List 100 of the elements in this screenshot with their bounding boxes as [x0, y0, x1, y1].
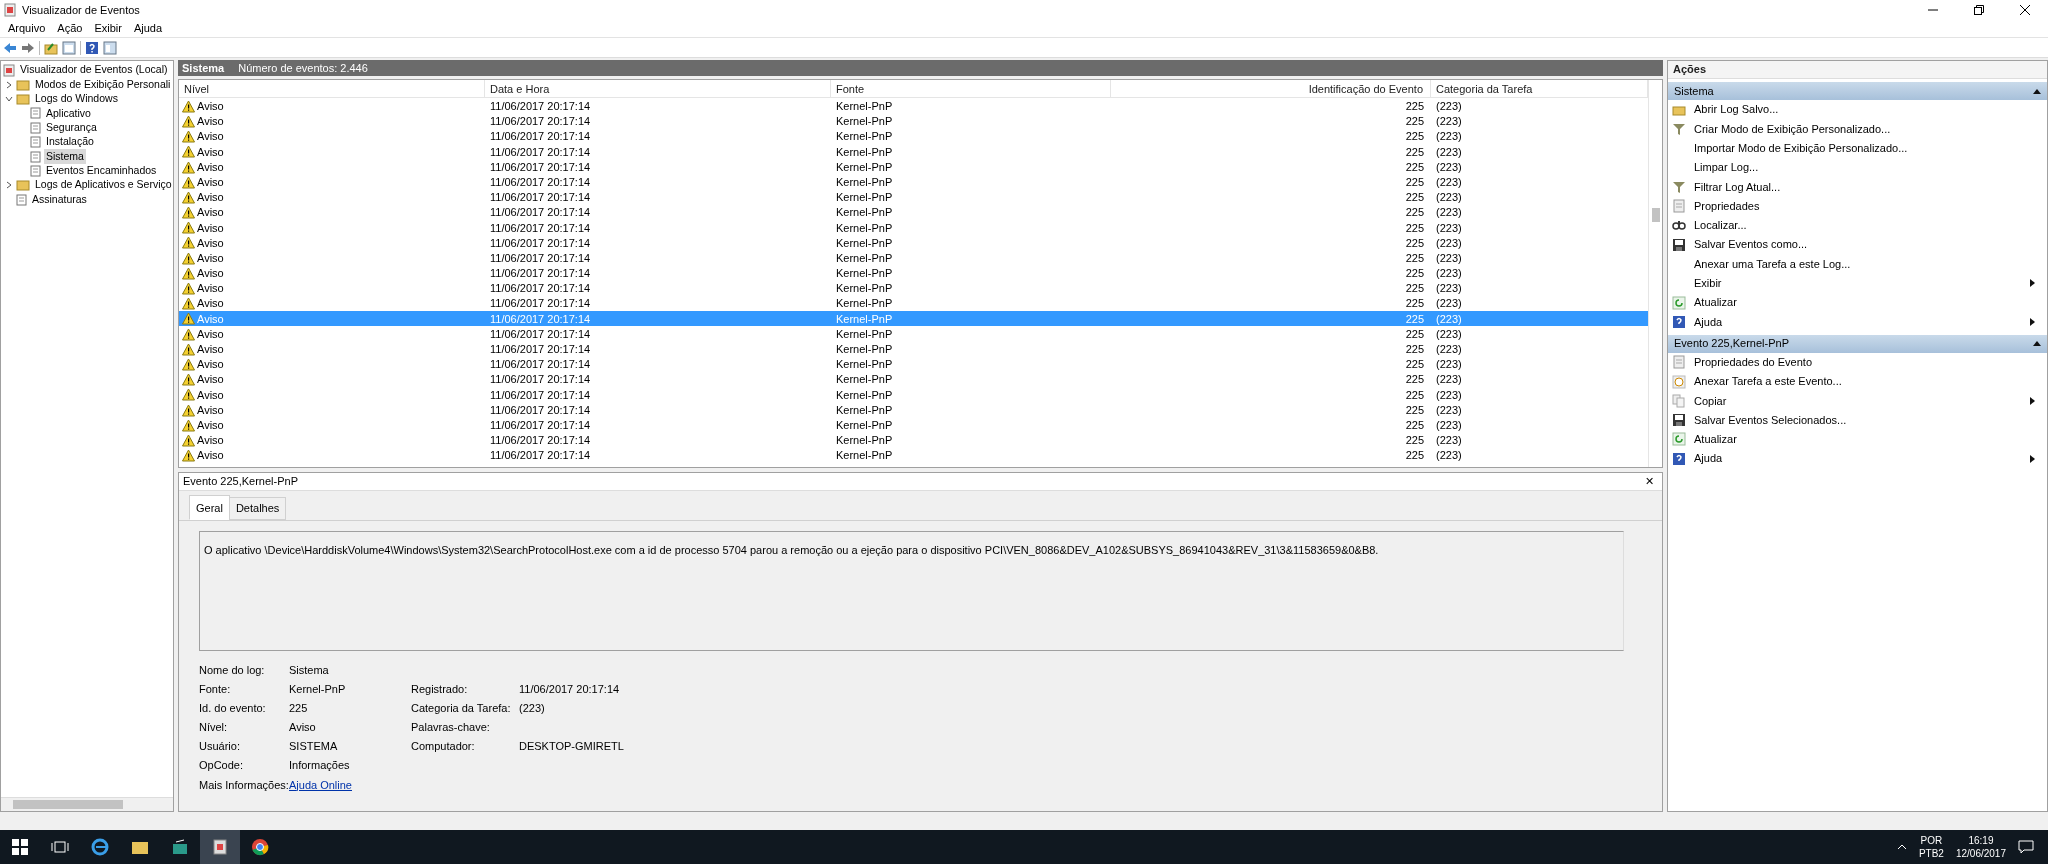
table-row[interactable]: Aviso 11/06/2017 20:17:14 Kernel-PnP 225 (223) [179, 325, 1648, 341]
menu-item[interactable]: Exibir [88, 20, 128, 37]
table-row[interactable]: Aviso 11/06/2017 20:17:14 Kernel-PnP 225 (223) [179, 249, 1648, 266]
folder-icon [16, 78, 30, 91]
tree-item[interactable]: Logs do Windows [33, 91, 120, 107]
warning-icon [182, 282, 195, 295]
table-row[interactable]: Aviso 11/06/2017 20:17:14 Kernel-PnP 225 (223) [179, 204, 1648, 220]
table-row[interactable]: Aviso 11/06/2017 20:17:14 Kernel-PnP 225 (223) [179, 143, 1648, 159]
action-item[interactable]: Salvar Eventos como... [1668, 235, 2047, 255]
column-header[interactable]: Fonte [831, 80, 1111, 98]
forward-arrow-icon[interactable] [21, 41, 35, 54]
action-item[interactable]: Atualizar [1668, 429, 2047, 450]
table-cell-text: Aviso [197, 235, 224, 251]
tree-item[interactable]: Assinaturas [30, 191, 89, 208]
table-cell-text: 225 [1404, 296, 1425, 312]
action-item[interactable]: Localizar... [1668, 215, 2047, 236]
keyboard-layout[interactable]: PTB2 [1918, 847, 1944, 860]
table-row[interactable]: Aviso 11/06/2017 20:17:14 Kernel-PnP 225 (223) [179, 234, 1648, 250]
table-row[interactable]: Aviso 11/06/2017 20:17:14 Kernel-PnP 225 (223) [179, 341, 1648, 357]
table-row[interactable]: Aviso 11/06/2017 20:17:14 Kernel-PnP 225 (223) [179, 113, 1648, 129]
table-row[interactable]: Aviso 11/06/2017 20:17:14 Kernel-PnP 225 (223) [179, 356, 1648, 372]
chevron-right-icon[interactable] [5, 80, 13, 89]
table-row[interactable]: Aviso 11/06/2017 20:17:14 Kernel-PnP 225 (223) [179, 173, 1648, 190]
tree-item[interactable]: Eventos Encaminhados [44, 163, 159, 179]
action-item[interactable]: Salvar Eventos Selecionados... [1668, 410, 2047, 430]
column-header[interactable]: Categoria da Tarefa [1431, 80, 1648, 98]
binoculars-icon [1672, 218, 1686, 233]
table-row[interactable]: Aviso 11/06/2017 20:17:14 Kernel-PnP 225 (223) [179, 265, 1648, 281]
action-item[interactable]: Anexar uma Tarefa a este Log... [1668, 254, 2047, 274]
table-row[interactable]: Aviso 11/06/2017 20:17:14 Kernel-PnP 225 (223) [179, 401, 1648, 417]
action-item[interactable]: Abrir Log Salvo... [1668, 100, 2047, 120]
field-label: Nome do log: [199, 662, 266, 678]
action-item[interactable]: Anexar Tarefa a este Evento... [1668, 371, 2047, 392]
column-header[interactable]: Data e Hora [485, 80, 831, 98]
back-arrow-icon[interactable] [3, 41, 17, 54]
table-row[interactable]: Aviso 11/06/2017 20:17:14 Kernel-PnP 225 (223) [179, 371, 1648, 387]
menu-item[interactable]: Ação [51, 20, 89, 37]
action-item[interactable]: Exibir [1668, 273, 2047, 293]
table-row[interactable]: Aviso 11/06/2017 20:17:14 Kernel-PnP 225 (223) [179, 432, 1648, 448]
close-button[interactable]: ✕ [1637, 473, 1662, 490]
action-item[interactable]: Propriedades [1668, 196, 2047, 216]
table-row[interactable]: Aviso 11/06/2017 20:17:14 Kernel-PnP 225 (223) [179, 447, 1648, 463]
action-item[interactable]: Criar Modo de Exibição Personalizado... [1668, 119, 2047, 139]
table-row[interactable]: Aviso 11/06/2017 20:17:14 Kernel-PnP 225 (223) [179, 295, 1648, 311]
table-cell-text: 225 [1404, 387, 1425, 403]
menu-item[interactable]: Ajuda [127, 20, 169, 37]
help-icon[interactable] [85, 40, 99, 55]
tab[interactable]: Geral [189, 495, 230, 520]
action-item[interactable]: Filtrar Log Atual... [1668, 177, 2047, 197]
tree-item[interactable]: Sistema [44, 148, 86, 165]
section-header[interactable]: Evento 225,Kernel-PnP [1668, 334, 2047, 353]
table-cell-text: Aviso [197, 99, 224, 114]
menu-item[interactable]: Arquivo [2, 20, 52, 37]
action-item[interactable]: Importar Modo de Exibição Personalizado... [1668, 138, 2047, 158]
table-cell-text: 11/06/2017 20:17:14 [489, 174, 592, 190]
horizontal-scrollbar[interactable] [1, 797, 173, 811]
chevron-right-icon[interactable] [5, 181, 13, 190]
table-cell-text: Kernel-PnP [835, 357, 894, 373]
restore-icon[interactable] [1974, 5, 1984, 15]
table-row[interactable]: Aviso 11/06/2017 20:17:14 Kernel-PnP 225 (223) [179, 416, 1648, 433]
table-row[interactable]: Aviso 11/06/2017 20:17:14 Kernel-PnP 225 (223) [179, 280, 1648, 296]
tree-item[interactable]: Instalação [44, 134, 96, 151]
tree-item[interactable]: Modos de Exibição Personali [33, 76, 173, 93]
notification-icon[interactable] [2018, 840, 2034, 854]
action-item[interactable]: Ajuda [1668, 312, 2047, 332]
table-cell-text: (223) [1435, 357, 1463, 373]
close-icon[interactable] [2020, 5, 2030, 15]
action-item[interactable]: Ajuda [1668, 449, 2047, 469]
action-item[interactable]: Propriedades do Evento [1668, 352, 2047, 372]
collapse-arrow-icon[interactable] [2033, 341, 2041, 347]
clock-time[interactable]: 16:19 [1968, 834, 1994, 847]
field-value: Informações [289, 758, 351, 774]
language-indicator[interactable]: POR [1920, 834, 1943, 847]
table-cell-text: Kernel-PnP [835, 159, 894, 175]
tree-item[interactable]: Visualizador de Eventos (Local) [18, 62, 170, 79]
tree-item[interactable]: Aplicativo [44, 105, 93, 122]
collapse-arrow-icon[interactable] [2033, 88, 2041, 94]
table-row[interactable]: Aviso 11/06/2017 20:17:14 Kernel-PnP 225 (223) [179, 386, 1648, 402]
tree-item[interactable]: Segurança [44, 119, 99, 136]
table-row[interactable]: Aviso 11/06/2017 20:17:14 Kernel-PnP 225 (223) [179, 128, 1648, 144]
tree-item[interactable]: Logs de Aplicativos e Serviço [33, 177, 173, 194]
table-row[interactable]: Aviso 11/06/2017 20:17:14 Kernel-PnP 225 (223) [179, 219, 1648, 235]
clock-date[interactable]: 12/06/2017 [1955, 847, 2006, 860]
event-viewer-button[interactable] [200, 830, 240, 864]
section-header[interactable]: Sistema [1668, 82, 2047, 100]
table-row[interactable]: Aviso 11/06/2017 20:17:14 Kernel-PnP 225 (223) [179, 158, 1648, 174]
help-link[interactable]: Ajuda Online [289, 778, 352, 791]
chevron-up-icon[interactable] [1896, 844, 1907, 850]
chevron-down-icon[interactable] [5, 94, 13, 103]
action-item[interactable]: Atualizar [1668, 292, 2047, 313]
tab[interactable]: Detalhes [228, 497, 287, 520]
vertical-scrollbar[interactable] [1648, 80, 1662, 467]
action-item[interactable]: Limpar Log... [1668, 157, 2047, 178]
table-row[interactable]: Aviso 11/06/2017 20:17:14 Kernel-PnP 225 (223) [179, 189, 1648, 205]
copy-icon [1672, 393, 1686, 408]
column-header[interactable]: Identificação do Evento [1111, 80, 1431, 98]
action-item[interactable]: Copiar [1668, 391, 2047, 411]
table-row[interactable]: Aviso 11/06/2017 20:17:14 Kernel-PnP 225 (223) [179, 98, 1648, 114]
column-header[interactable]: Nível [179, 80, 485, 98]
warning-icon [182, 403, 195, 417]
